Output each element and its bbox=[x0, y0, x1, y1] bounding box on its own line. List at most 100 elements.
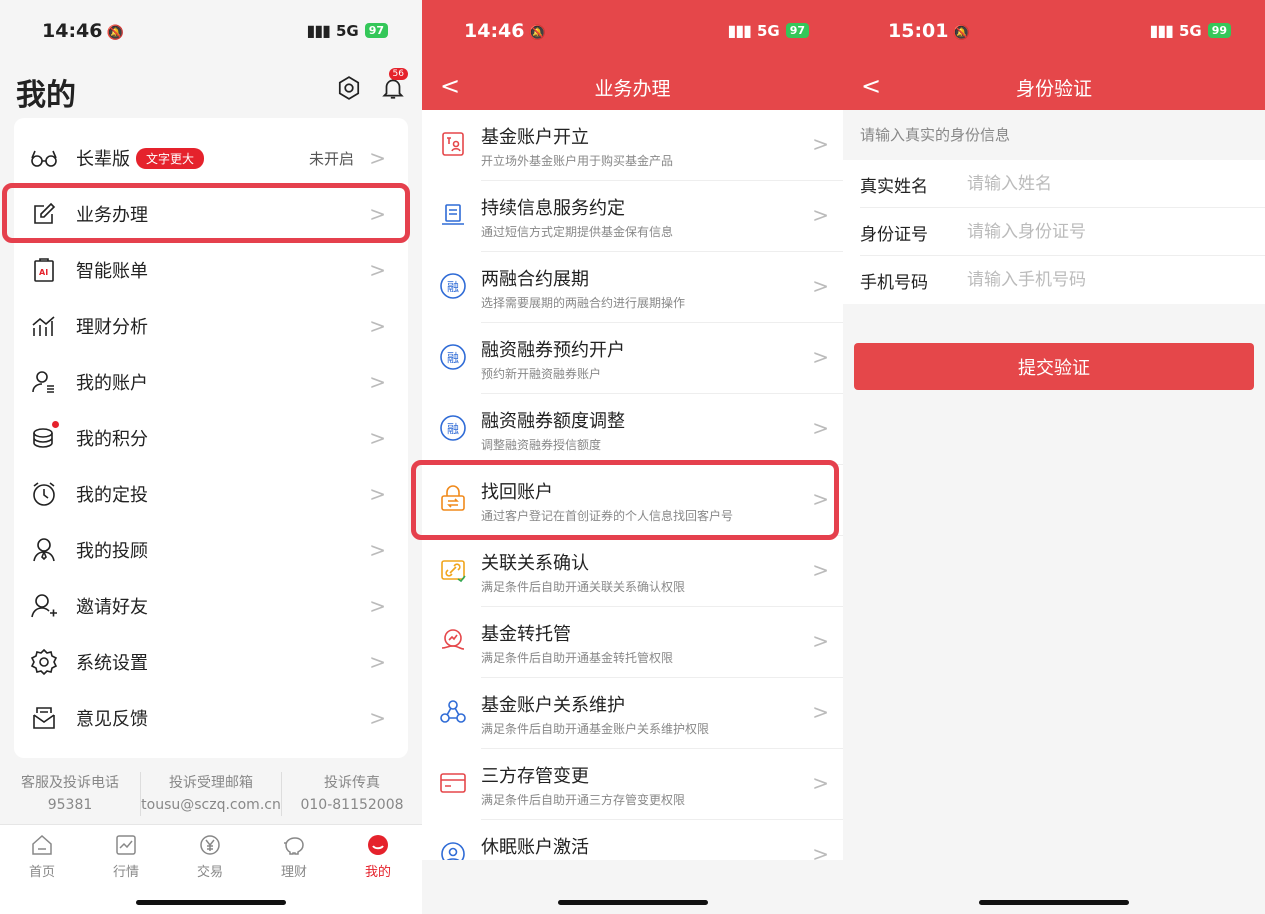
service-title: 基金账户关系维护 bbox=[481, 695, 625, 716]
menu-item-auto-invest[interactable]: 我的定投 > bbox=[14, 466, 408, 522]
contact-label: 投诉传真 bbox=[324, 775, 380, 791]
submit-verify-button[interactable]: 提交验证 bbox=[854, 343, 1254, 390]
menu-item-settings[interactable]: 系统设置 > bbox=[14, 634, 408, 690]
glasses-icon bbox=[31, 150, 57, 167]
menu-item-points[interactable]: 我的积分 > bbox=[14, 410, 408, 466]
menu-item-label: 我的投顾 bbox=[76, 541, 148, 562]
contact-email[interactable]: 投诉受理邮箱 tousu@sczq.com.cn bbox=[140, 772, 281, 816]
chevron-right-icon: > bbox=[812, 629, 829, 653]
menu-item-invite[interactable]: 邀请好友 > bbox=[14, 578, 408, 634]
chevron-right-icon: > bbox=[812, 842, 829, 860]
menu-item-smart-bill[interactable]: AI 智能账单 > bbox=[14, 242, 408, 298]
service-item[interactable]: 基金账户开立 开立场外基金账户用于购买基金产品 > bbox=[422, 110, 843, 181]
tab-mine[interactable]: 我的 bbox=[348, 833, 408, 880]
tab-finance[interactable]: 理财 bbox=[264, 833, 324, 880]
info-service-icon bbox=[442, 204, 464, 225]
service-title: 基金转托管 bbox=[481, 624, 571, 645]
account-icon bbox=[32, 371, 54, 393]
service-title: 休眠账户激活 bbox=[481, 837, 589, 858]
link-icon bbox=[441, 560, 466, 583]
service-item[interactable]: 融 两融合约展期 选择需要展期的两融合约进行展期操作 > bbox=[422, 252, 843, 323]
service-desc: 满足条件后自助开通基金账户关系维护权限 bbox=[481, 722, 710, 736]
svg-text:融: 融 bbox=[447, 280, 459, 294]
card-icon bbox=[440, 773, 466, 793]
page-title: 我的 bbox=[16, 78, 76, 113]
margin-icon: 融 bbox=[440, 273, 466, 299]
menu-item-label: 系统设置 bbox=[76, 653, 148, 674]
service-desc: 开立场外基金账户用于购买基金产品 bbox=[481, 154, 674, 168]
chevron-right-icon: > bbox=[812, 416, 829, 440]
margin-icon: 融 bbox=[440, 344, 466, 370]
menu-item-my-account[interactable]: 我的账户 > bbox=[14, 354, 408, 410]
phone-field[interactable] bbox=[967, 264, 1227, 296]
service-item[interactable]: 休眠账户激活 > bbox=[422, 820, 843, 860]
home-indicator bbox=[979, 900, 1129, 905]
chevron-right-icon: > bbox=[812, 771, 829, 795]
battery-icon: 97 bbox=[785, 23, 809, 38]
phone-row: 手机号码 bbox=[843, 256, 1265, 304]
chevron-right-icon: > bbox=[812, 558, 829, 582]
identity-form: 真实姓名 身份证号 手机号码 bbox=[843, 160, 1265, 304]
tab-home[interactable]: 首页 bbox=[12, 833, 72, 880]
tab-market[interactable]: 行情 bbox=[96, 833, 156, 880]
service-desc: 通过短信方式定期提供基金保有信息 bbox=[481, 225, 674, 239]
service-title: 两融合约展期 bbox=[481, 269, 589, 290]
contact-fax[interactable]: 投诉传真 010-81152008 bbox=[281, 772, 422, 816]
status-time: 14:46 bbox=[42, 20, 103, 42]
name-field[interactable] bbox=[967, 168, 1227, 200]
id-row: 身份证号 bbox=[843, 208, 1265, 256]
gear-icon bbox=[30, 648, 58, 676]
menu-item-finance-analysis[interactable]: 理财分析 > bbox=[14, 298, 408, 354]
dormant-icon bbox=[441, 842, 465, 860]
service-item[interactable]: 基金账户关系维护 满足条件后自助开通基金账户关系维护权限 > bbox=[422, 678, 843, 749]
chevron-right-icon: > bbox=[812, 345, 829, 369]
chevron-right-icon: > bbox=[369, 370, 386, 394]
tab-label: 行情 bbox=[112, 865, 139, 880]
field-label: 手机号码 bbox=[860, 273, 928, 293]
menu-item-advisor[interactable]: 我的投顾 > bbox=[14, 522, 408, 578]
svg-text:融: 融 bbox=[447, 351, 459, 365]
status-time: 15:01 bbox=[888, 20, 949, 42]
service-title: 三方存管变更 bbox=[481, 766, 589, 787]
service-title: 基金账户开立 bbox=[481, 127, 589, 148]
mute-icon: 🔕 bbox=[528, 25, 546, 41]
mine-icon bbox=[368, 835, 388, 855]
id-number-field[interactable] bbox=[967, 216, 1227, 248]
svg-text:融: 融 bbox=[447, 422, 459, 436]
highlight-box bbox=[2, 183, 410, 243]
chevron-right-icon: > bbox=[812, 132, 829, 156]
service-item[interactable]: 持续信息服务约定 通过短信方式定期提供基金保有信息 > bbox=[422, 181, 843, 252]
notification-button[interactable]: 56 bbox=[380, 68, 408, 101]
menu-item-label: 我的定投 bbox=[76, 485, 148, 506]
tab-trade[interactable]: 交易 bbox=[180, 833, 240, 880]
settings-icon[interactable] bbox=[336, 75, 362, 101]
fund-account-icon bbox=[442, 132, 464, 156]
menu-item-elder-mode[interactable]: 长辈版 文字更大 未开启 > bbox=[14, 130, 408, 186]
tab-label: 我的 bbox=[364, 865, 391, 880]
chevron-right-icon: > bbox=[369, 594, 386, 618]
service-item[interactable]: 关联关系确认 满足条件后自助开通关联关系确认权限 > bbox=[422, 536, 843, 607]
contact-value: 95381 bbox=[47, 797, 93, 813]
chart-icon bbox=[32, 316, 55, 336]
menu-item-label: 智能账单 bbox=[76, 261, 148, 282]
home-indicator bbox=[557, 900, 708, 905]
form-hint: 请输入真实的身份信息 bbox=[860, 126, 1011, 144]
add-friend-icon bbox=[31, 594, 57, 618]
profile-screen: 14:46 🔕 ▮▮▮ 5G 97 我的 56 长辈版 文字更大 未开启 > 业… bbox=[0, 0, 422, 914]
menu-item-feedback[interactable]: 意见反馈 > bbox=[14, 690, 408, 746]
battery-icon: 99 bbox=[1207, 23, 1231, 38]
transfer-icon bbox=[441, 629, 465, 650]
service-item[interactable]: 融 融资融券预约开户 预约新开融资融券账户 > bbox=[422, 323, 843, 394]
contact-phone[interactable]: 客服及投诉电话 95381 bbox=[0, 772, 140, 816]
signal-icon: ▮▮▮ bbox=[727, 21, 752, 40]
field-label: 真实姓名 bbox=[860, 177, 928, 197]
service-item[interactable]: 融 融资融券额度调整 调整融资融券授信额度 > bbox=[422, 394, 843, 465]
contact-info: 客服及投诉电话 95381 投诉受理邮箱 tousu@sczq.com.cn 投… bbox=[0, 772, 422, 816]
menu-item-label: 我的账户 bbox=[76, 373, 148, 394]
tab-label: 理财 bbox=[280, 865, 307, 880]
service-item[interactable]: 基金转托管 满足条件后自助开通基金转托管权限 > bbox=[422, 607, 843, 678]
margin-icon: 融 bbox=[440, 415, 466, 441]
chevron-right-icon: > bbox=[369, 538, 386, 562]
service-item[interactable]: 三方存管变更 满足条件后自助开通三方存管变更权限 > bbox=[422, 749, 843, 820]
chevron-right-icon: > bbox=[369, 426, 386, 450]
